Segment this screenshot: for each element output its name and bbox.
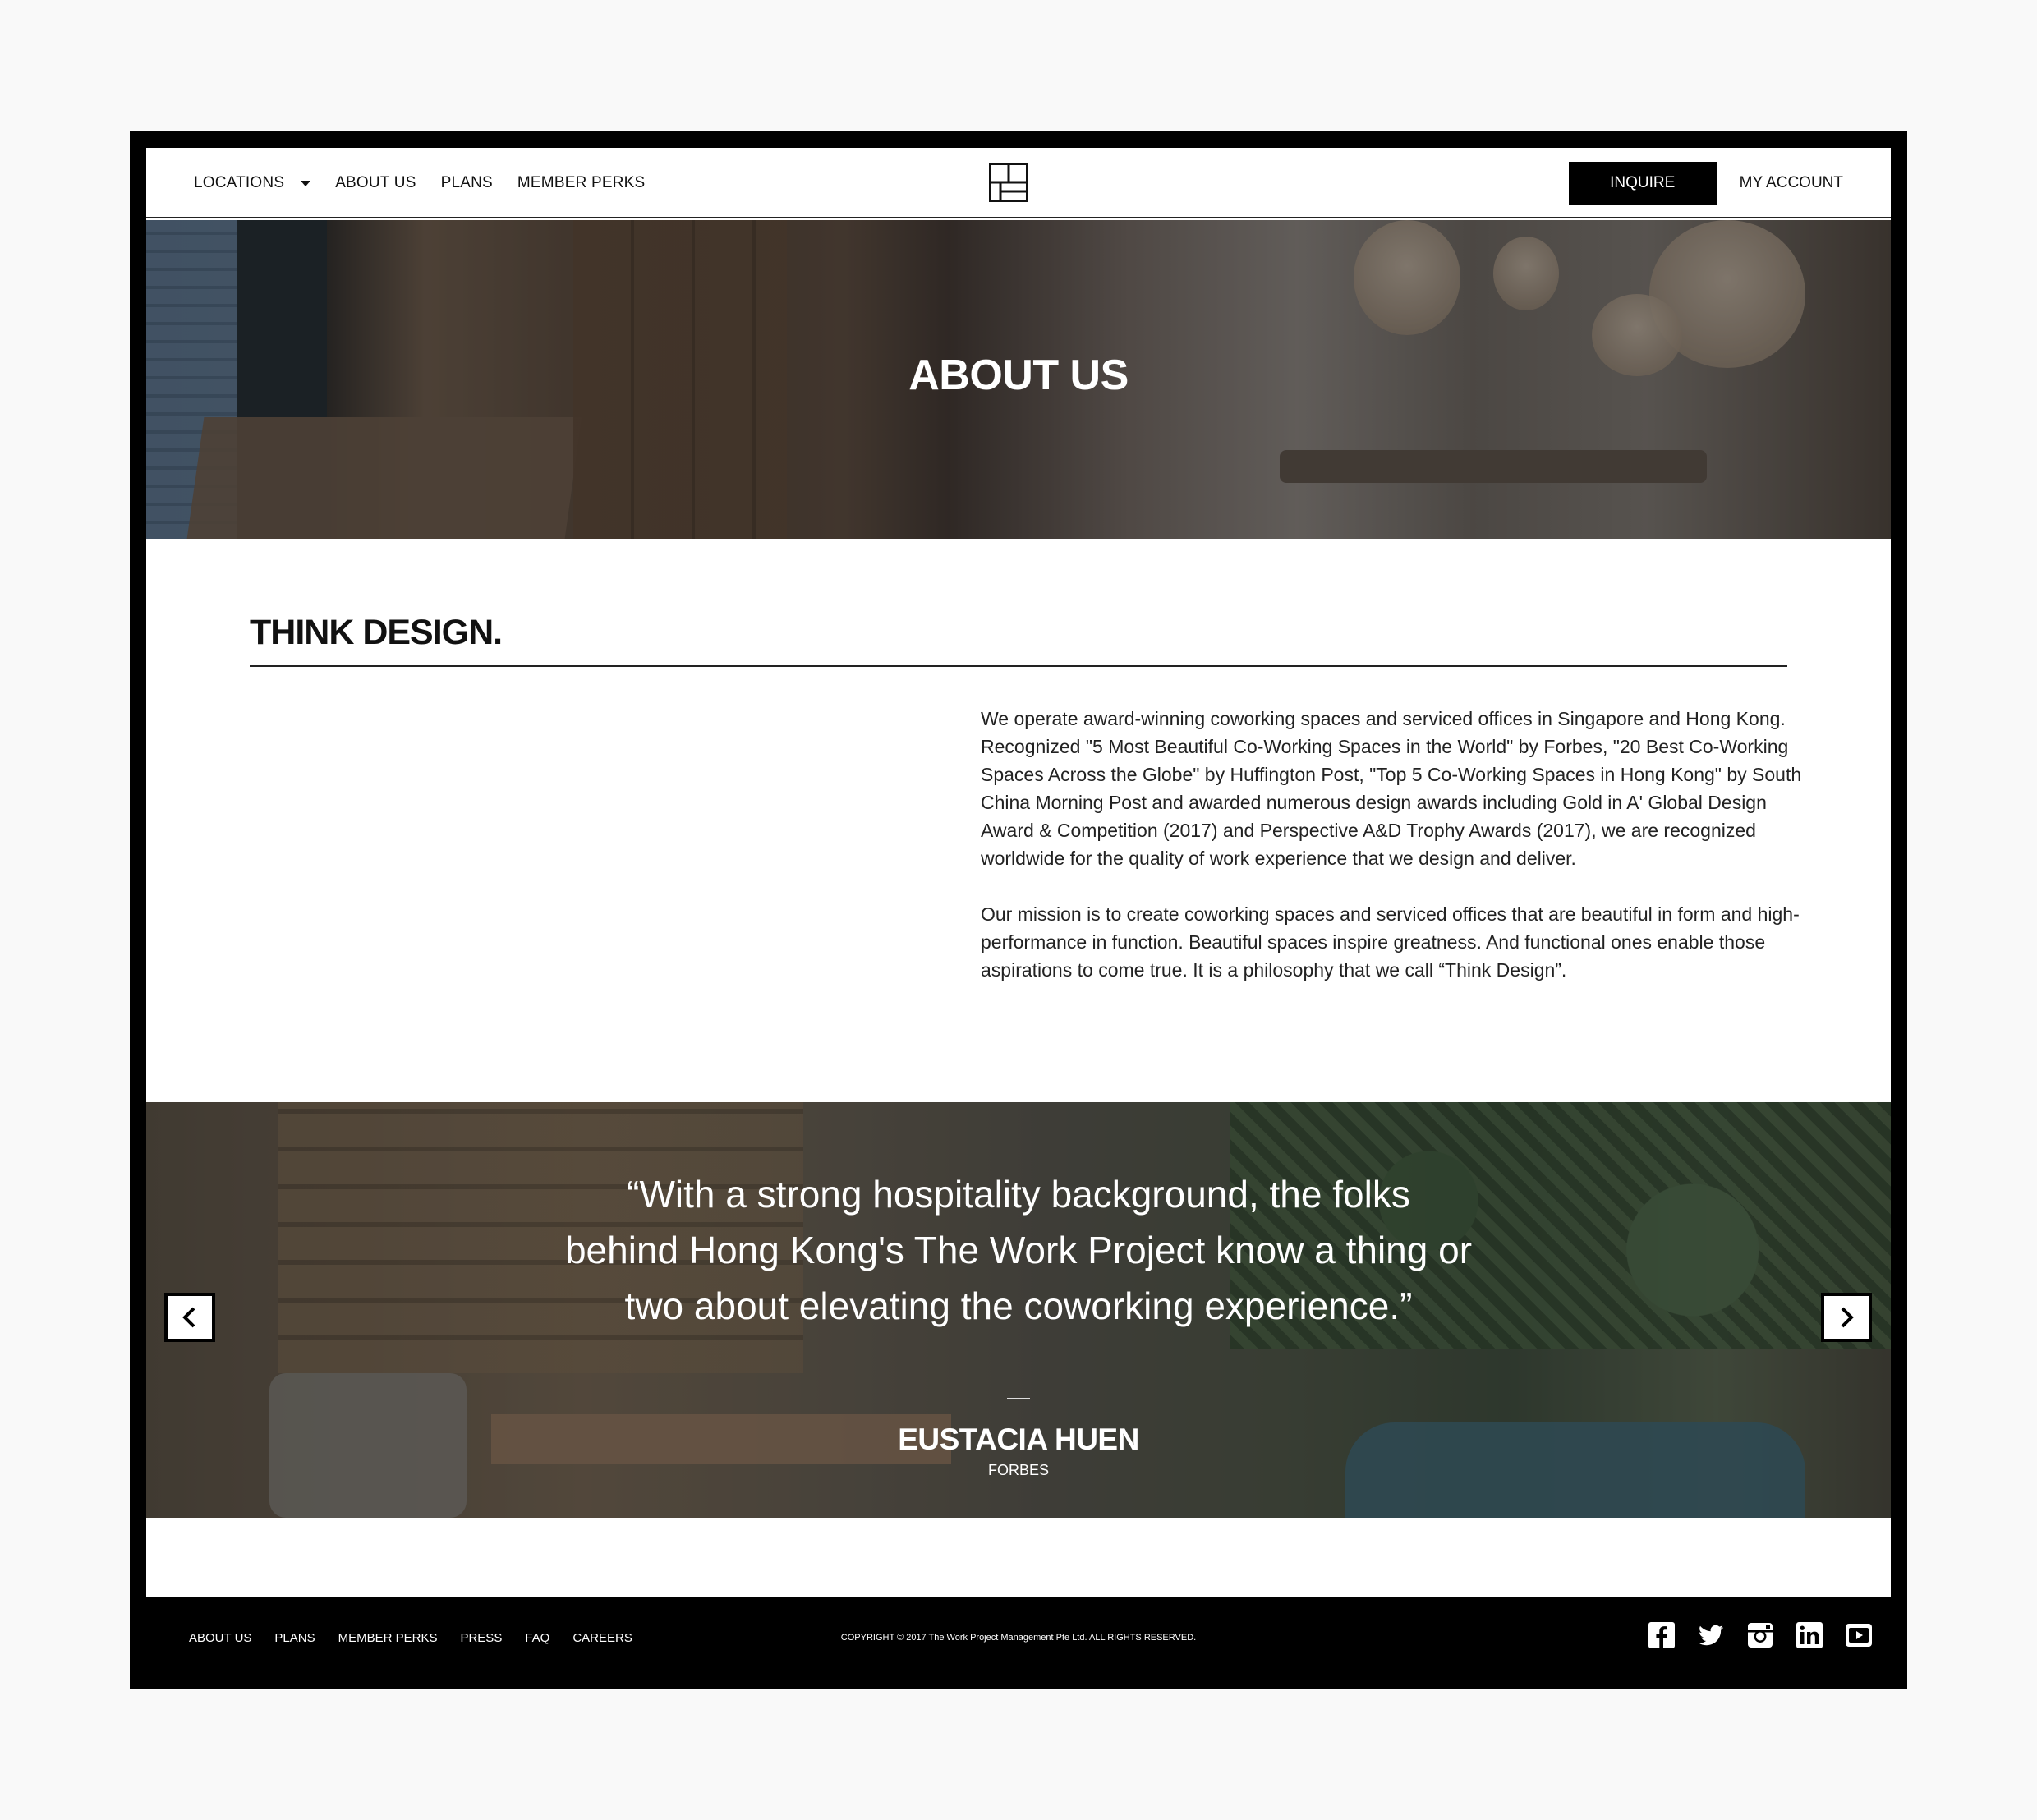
carousel-prev-button[interactable] (164, 1293, 215, 1342)
section-heading: THINK DESIGN. (250, 613, 503, 652)
testimonial-source: FORBES (987, 1462, 1049, 1478)
footer: ABOUT US PLANS MEMBER PERKS PRESS FAQ CA… (130, 1597, 1907, 1689)
nav-links: LOCATIONS ABOUT US PLANS MEMBER PERKS (194, 148, 645, 218)
twitter-icon[interactable] (1697, 1621, 1725, 1649)
quote-line: two about elevating the coworking experi… (624, 1285, 1413, 1327)
chevron-down-icon (301, 180, 311, 186)
nav-plans[interactable]: PLANS (441, 174, 493, 192)
nav-locations[interactable]: LOCATIONS (194, 174, 311, 192)
nav-member-perks[interactable]: MEMBER PERKS (517, 174, 646, 192)
about-text: We operate award-winning coworking space… (981, 705, 1802, 984)
hero-banner: ABOUT US (146, 220, 1891, 539)
inquire-button[interactable]: INQUIRE (1568, 162, 1717, 205)
logo-icon[interactable] (989, 163, 1028, 202)
browser-frame: LOCATIONS ABOUT US PLANS MEMBER PERKS IN… (130, 131, 1907, 1689)
youtube-icon[interactable] (1845, 1621, 1873, 1649)
page: LOCATIONS ABOUT US PLANS MEMBER PERKS IN… (146, 148, 1891, 1597)
facebook-icon[interactable] (1648, 1621, 1676, 1649)
instagram-icon[interactable] (1746, 1621, 1774, 1649)
quote-line: behind Hong Kong's The Work Project know… (564, 1229, 1473, 1271)
linkedin-icon[interactable] (1796, 1621, 1823, 1649)
chevron-right-icon (1841, 1307, 1854, 1328)
top-nav: LOCATIONS ABOUT US PLANS MEMBER PERKS IN… (146, 148, 1891, 218)
about-paragraph-2: Our mission is to create coworking space… (981, 903, 1800, 981)
nav-about-us[interactable]: ABOUT US (335, 174, 416, 192)
quote-divider (1007, 1398, 1030, 1399)
hero-title: ABOUT US (908, 352, 1129, 399)
my-account-link[interactable]: MY ACCOUNT (1740, 174, 1843, 192)
about-paragraph-1: We operate award-winning coworking space… (981, 708, 1802, 869)
nav-locations-label: LOCATIONS (194, 174, 285, 191)
heading-divider (250, 665, 1787, 667)
copyright-text: COPYRIGHT © 2017 The Work Project Manage… (840, 1633, 1197, 1643)
nav-actions: INQUIRE MY ACCOUNT (1568, 162, 1843, 205)
testimonial-carousel: “With a strong hospitality background, t… (146, 1102, 1891, 1518)
quote-line: “With a strong hospitality background, t… (627, 1173, 1410, 1216)
testimonial-author: EUSTACIA HUEN (898, 1422, 1139, 1456)
chevron-left-icon (182, 1307, 195, 1328)
social-links (1648, 1621, 1873, 1649)
carousel-next-button[interactable] (1821, 1293, 1872, 1342)
testimonial-quote: “With a strong hospitality background, t… (146, 1166, 1891, 1334)
